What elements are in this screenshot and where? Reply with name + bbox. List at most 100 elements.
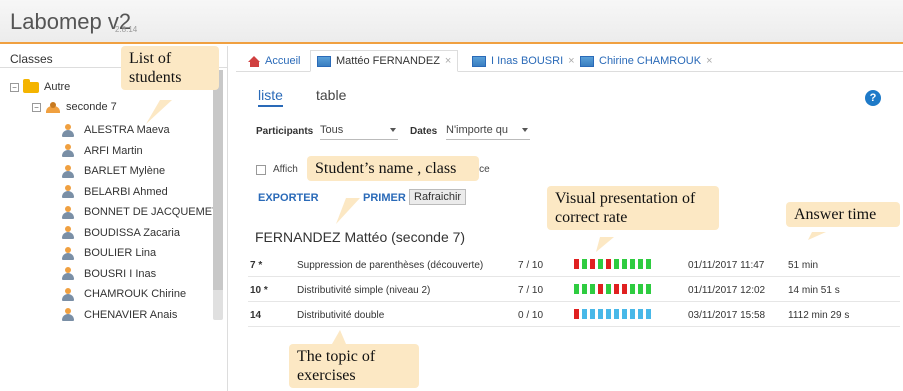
tab-inas-bousri[interactable]: I Inas BOUSRI × bbox=[466, 50, 581, 72]
answer-cell bbox=[581, 308, 588, 320]
answer-cell bbox=[645, 258, 652, 270]
collapse-icon[interactable]: − bbox=[10, 82, 19, 92]
exercise-index: 14 bbox=[250, 310, 262, 321]
group-icon bbox=[45, 101, 61, 113]
tab-label: Chirine CHAMROUK bbox=[599, 55, 702, 67]
student-name: BELARBI Ahmed bbox=[84, 185, 168, 198]
user-icon bbox=[62, 226, 74, 239]
chart-icon bbox=[580, 55, 594, 67]
answer-cell bbox=[629, 258, 636, 270]
answer-cell bbox=[637, 283, 644, 295]
answer-cell bbox=[573, 308, 580, 320]
tab-chirine-chamrouk[interactable]: Chirine CHAMROUK × bbox=[574, 50, 719, 72]
tab-accueil[interactable]: Accueil bbox=[242, 50, 306, 72]
answer-cell bbox=[581, 258, 588, 270]
student-item[interactable]: BOUDISSA Zacaria bbox=[62, 224, 180, 242]
scrollbar-thumb[interactable] bbox=[213, 70, 223, 290]
answer-cell bbox=[605, 308, 612, 320]
chart-icon bbox=[317, 55, 331, 67]
student-name: ARFI Martin bbox=[84, 144, 143, 157]
answer-cell bbox=[621, 283, 628, 295]
dates-select[interactable]: N'importe qu bbox=[446, 122, 530, 140]
participants-label: Participants bbox=[256, 126, 314, 137]
display-checkbox[interactable] bbox=[256, 165, 266, 175]
user-icon bbox=[62, 287, 74, 301]
student-name: CHENAVIER Anais bbox=[84, 308, 178, 321]
student-name: BOUDISSA Zacaria bbox=[84, 226, 180, 239]
answer-cell bbox=[573, 283, 580, 295]
answer-cell bbox=[605, 283, 612, 295]
app-version: 2.8.14 bbox=[115, 25, 138, 34]
folder-icon bbox=[23, 78, 39, 93]
student-name: BARLET Mylène bbox=[84, 165, 166, 177]
answer-cell bbox=[613, 258, 620, 270]
exercise-index: 10 * bbox=[250, 285, 268, 296]
student-item[interactable]: BARLET Mylène bbox=[62, 162, 165, 180]
classes-panel: Classes − Autre − seconde 7 ALESTRA Maev… bbox=[0, 46, 228, 391]
scrollbar[interactable] bbox=[213, 70, 223, 320]
close-icon[interactable]: × bbox=[706, 55, 712, 67]
collapse-icon[interactable]: − bbox=[32, 102, 41, 112]
table-row[interactable]: 14 Distributivité double 0 / 10 03/11/2017 … bbox=[248, 302, 900, 327]
folder-label: Autre bbox=[44, 81, 71, 93]
tab-bar: Accueil Mattéo FERNANDEZ × I Inas BOUSRI… bbox=[236, 46, 903, 72]
table-row[interactable]: 7 * Suppression de parenthèses (découvert… bbox=[248, 252, 900, 277]
exercise-date: 01/11/2017 11:47 bbox=[688, 260, 765, 271]
user-icon bbox=[62, 308, 74, 321]
close-icon[interactable]: × bbox=[445, 55, 451, 67]
exercise-time: 1112 min 29 s bbox=[788, 310, 850, 321]
correct-rate-bar bbox=[573, 258, 652, 270]
table-row[interactable]: 10 * Distributivité simple (niveau 2) 7 / … bbox=[248, 277, 900, 302]
correct-rate-bar bbox=[573, 283, 652, 295]
export-button[interactable]: EXPORTER bbox=[258, 192, 319, 204]
student-name: CHAMROUK Chirine bbox=[84, 288, 187, 300]
user-icon bbox=[62, 144, 74, 157]
class-label: seconde 7 bbox=[66, 101, 117, 113]
user-icon bbox=[62, 267, 74, 280]
tree-folder-autre[interactable]: − Autre bbox=[10, 78, 70, 96]
user-icon bbox=[62, 123, 74, 137]
callout-visual-presentation: Visual presentation of correct rate bbox=[547, 186, 719, 230]
subtab-table[interactable]: table bbox=[316, 87, 346, 103]
student-item[interactable]: CHENAVIER Anais bbox=[62, 306, 177, 324]
student-name: BONNET DE JACQUEMET bbox=[84, 206, 219, 218]
student-item[interactable]: ALESTRA Maeva bbox=[62, 121, 170, 139]
participants-select[interactable]: Tous bbox=[320, 122, 398, 140]
home-icon bbox=[248, 55, 261, 67]
student-item[interactable]: BOULIER Lina bbox=[62, 244, 156, 262]
answer-cell bbox=[589, 283, 596, 295]
student-item[interactable]: BELARBI Ahmed bbox=[62, 183, 168, 201]
answer-cell bbox=[645, 283, 652, 295]
title-bar: Labomep v2 2.8.14 bbox=[0, 0, 903, 44]
chevron-down-icon bbox=[390, 128, 396, 132]
callout-topic: The topic of exercises bbox=[289, 344, 419, 388]
tab-label: Mattéo FERNANDEZ bbox=[336, 55, 440, 67]
student-heading: FERNANDEZ Mattéo (seconde 7) bbox=[255, 229, 466, 245]
student-item[interactable]: BOUSRI I Inas bbox=[62, 265, 156, 283]
student-item[interactable]: ARFI Martin bbox=[62, 142, 143, 160]
chart-icon bbox=[472, 55, 486, 67]
answer-cell bbox=[645, 308, 652, 320]
tab-matteo-fernandez[interactable]: Mattéo FERNANDEZ × bbox=[310, 50, 459, 72]
help-icon[interactable]: ? bbox=[865, 90, 881, 106]
answer-cell bbox=[629, 283, 636, 295]
student-item[interactable]: BONNET DE JACQUEMET bbox=[62, 203, 219, 221]
tree-class-seconde7[interactable]: − seconde 7 bbox=[32, 98, 117, 116]
answer-cell bbox=[597, 283, 604, 295]
participants-value: Tous bbox=[320, 124, 344, 136]
exercise-score: 7 / 10 bbox=[518, 260, 544, 271]
exercise-date: 03/11/2017 15:58 bbox=[688, 310, 766, 321]
correct-rate-bar bbox=[573, 308, 652, 320]
refresh-button[interactable]: Rafraichir bbox=[409, 189, 467, 205]
answer-cell bbox=[613, 283, 620, 295]
tab-label: Accueil bbox=[265, 55, 301, 67]
subtab-liste[interactable]: liste bbox=[258, 87, 283, 107]
exercise-time: 14 min 51 s bbox=[788, 285, 840, 296]
answer-cell bbox=[621, 308, 628, 320]
print-button[interactable]: PRIMER bbox=[363, 192, 406, 204]
exercise-topic: Suppression de parenthèses (découverte) bbox=[297, 260, 484, 271]
callout-list-of-students: List of students bbox=[121, 46, 219, 90]
exercise-topic: Distributivité simple (niveau 2) bbox=[297, 285, 431, 296]
user-icon bbox=[62, 205, 74, 219]
student-item[interactable]: CHAMROUK Chirine bbox=[62, 285, 186, 303]
